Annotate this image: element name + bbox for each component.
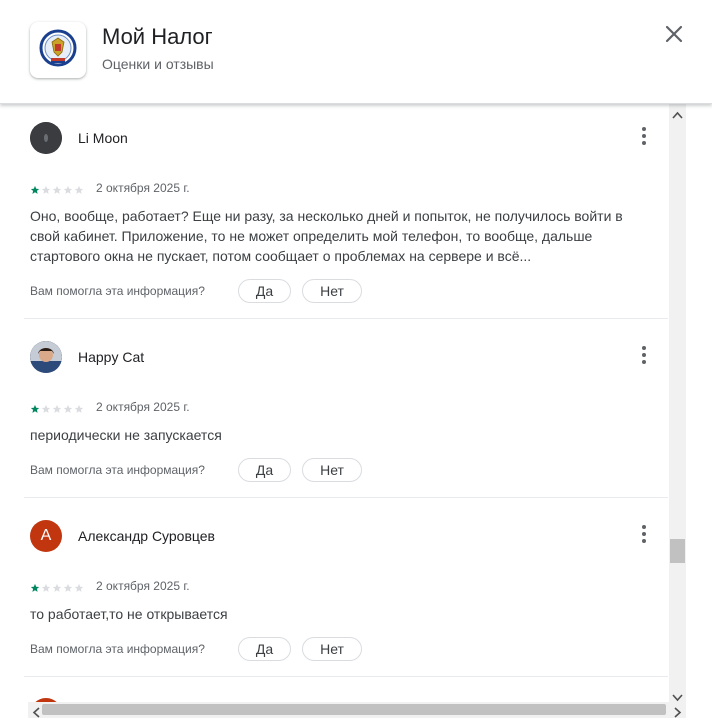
review-date: 2 октября 2025 г. <box>96 579 190 593</box>
more-options-button[interactable] <box>634 345 654 369</box>
star-filled-icon <box>30 182 40 194</box>
reviews-list: Li Moon 2 октября 2025 г. Оно, вообще, р… <box>0 104 668 702</box>
star-empty-icon <box>74 401 84 413</box>
more-vert-icon <box>642 345 646 369</box>
close-icon <box>665 25 683 48</box>
dialog-header: Мой Налог Оценки и отзывы <box>0 0 712 104</box>
review-author: Li Moon <box>78 130 128 146</box>
more-options-button[interactable] <box>634 524 654 548</box>
helpful-question: Вам помогла эта информация? <box>30 642 205 656</box>
star-empty-icon <box>52 580 62 592</box>
review-text-line: свой кабинет. Приложение, то не может оп… <box>30 228 593 244</box>
star-empty-icon <box>41 401 51 413</box>
review-date: 2 октября 2025 г. <box>96 400 190 414</box>
star-empty-icon <box>41 182 51 194</box>
star-empty-icon <box>63 401 73 413</box>
fns-emblem-icon <box>38 28 78 73</box>
review-text-line: то работает,то не открывается <box>30 606 228 622</box>
helpful-question: Вам помогла эта информация? <box>30 284 205 298</box>
avatar <box>30 341 62 373</box>
divider <box>24 676 668 677</box>
star-empty-icon <box>63 580 73 592</box>
review-author: Александр Суровцев <box>78 528 215 544</box>
app-icon <box>30 22 86 78</box>
review-text: периодически не запускается <box>30 425 644 445</box>
more-options-button[interactable] <box>634 126 654 150</box>
review-text-line: стартового окна не пускает, потом сообща… <box>30 248 532 264</box>
more-vert-icon <box>642 126 646 150</box>
star-empty-icon <box>74 580 84 592</box>
star-rating <box>30 580 84 592</box>
avatar-letter: А <box>40 527 52 544</box>
divider <box>24 318 668 319</box>
horizontal-scrollbar[interactable] <box>28 702 686 718</box>
star-rating <box>30 182 84 194</box>
review-author: Happy Cat <box>78 349 145 365</box>
avatar <box>30 122 62 154</box>
helpful-no-button[interactable]: Нет <box>302 279 362 303</box>
scroll-right-icon[interactable] <box>674 705 682 723</box>
star-empty-icon <box>74 182 84 194</box>
divider <box>24 497 668 498</box>
vertical-scroll-thumb[interactable] <box>670 539 685 563</box>
helpful-yes-button[interactable]: Да <box>238 279 291 303</box>
star-filled-icon <box>30 401 40 413</box>
helpful-no-button[interactable]: Нет <box>302 637 362 661</box>
scroll-left-icon[interactable] <box>32 705 40 723</box>
review-text: Оно, вообще, работает? Еще ни разу, за н… <box>30 206 644 266</box>
review-date: 2 октября 2025 г. <box>96 181 190 195</box>
review-text-line: периодически не запускается <box>30 427 222 443</box>
star-empty-icon <box>52 401 62 413</box>
review-text: то работает,то не открывается <box>30 604 644 624</box>
page-subtitle: Оценки и отзывы <box>102 56 214 72</box>
star-empty-icon <box>41 580 51 592</box>
helpful-yes-button[interactable]: Да <box>238 458 291 482</box>
vertical-scrollbar[interactable] <box>669 104 686 702</box>
avatar: А <box>30 520 62 552</box>
star-filled-icon <box>30 580 40 592</box>
more-vert-icon <box>642 524 646 548</box>
horizontal-scroll-thumb[interactable] <box>42 704 666 715</box>
helpful-question: Вам помогла эта информация? <box>30 463 205 477</box>
helpful-yes-button[interactable]: Да <box>238 637 291 661</box>
close-button[interactable] <box>660 22 688 50</box>
app-title: Мой Налог <box>102 24 213 49</box>
helpful-no-button[interactable]: Нет <box>302 458 362 482</box>
scroll-up-icon[interactable] <box>672 106 683 124</box>
star-empty-icon <box>52 182 62 194</box>
star-empty-icon <box>63 182 73 194</box>
review-text-line: Оно, вообще, работает? Еще ни разу, за н… <box>30 208 623 224</box>
star-rating <box>30 401 84 413</box>
